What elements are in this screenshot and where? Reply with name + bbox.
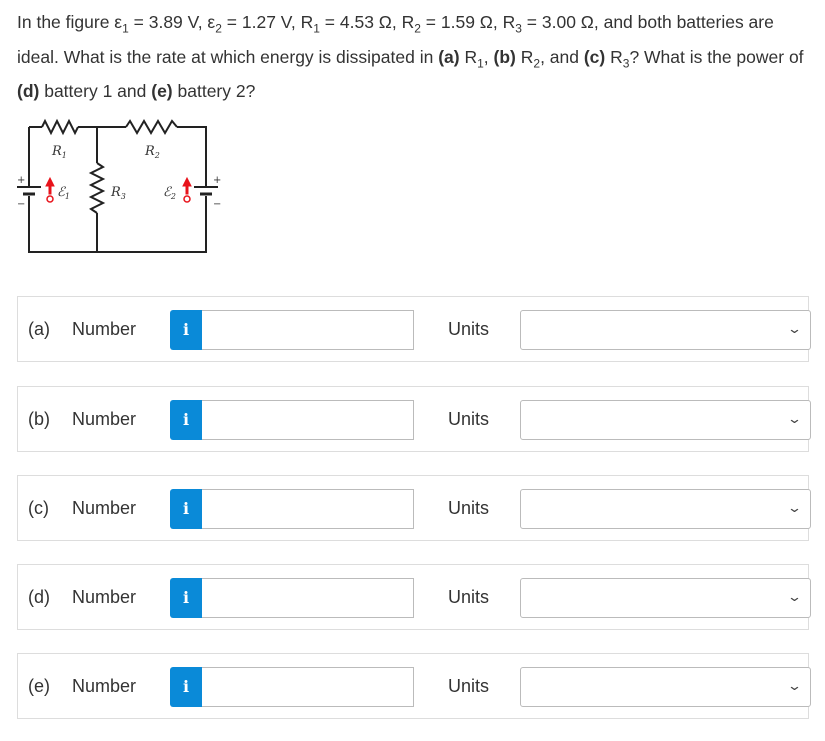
units-label: Units <box>448 498 490 518</box>
resistor-r1 <box>41 118 79 136</box>
units-select[interactable]: ⌄ <box>520 667 811 707</box>
resistor-r2 <box>125 119 178 135</box>
number-label: Number <box>72 498 137 518</box>
info-icon[interactable]: i <box>170 310 202 350</box>
info-icon[interactable]: i <box>170 489 202 529</box>
units-select[interactable]: ⌄ <box>520 489 811 529</box>
emf-arrow-2 <box>182 176 192 195</box>
question-text: In the figure ε1 = 3.89 V, ε2 = 1.27 V, … <box>17 12 804 101</box>
number-input[interactable] <box>202 400 414 440</box>
units-label: Units <box>448 587 490 607</box>
resistor-r3 <box>88 162 106 214</box>
r3-label: R3 <box>110 185 126 201</box>
chevron-down-icon: ⌄ <box>786 500 803 515</box>
answer-row: (d) Number i Units ⌄ <box>17 564 811 630</box>
chevron-down-icon: ⌄ <box>786 678 803 693</box>
r1-label: R1 <box>51 144 67 160</box>
chevron-down-icon: ⌄ <box>786 589 803 604</box>
units-label: Units <box>448 676 490 696</box>
answer-row: (c) Number i Units ⌄ <box>17 475 811 541</box>
units-select[interactable]: ⌄ <box>520 310 811 350</box>
part-label: (c) <box>28 498 49 518</box>
answer-row: (b) Number i Units ⌄ <box>17 386 811 452</box>
units-select[interactable]: ⌄ <box>520 400 811 440</box>
answer-row: (a) Number i Units ⌄ <box>17 296 811 362</box>
part-label: (e) <box>28 676 50 696</box>
number-input[interactable] <box>202 578 414 618</box>
emf-arrow-1 <box>45 176 55 195</box>
info-icon[interactable]: i <box>170 578 202 618</box>
svg-text:−: − <box>17 199 25 210</box>
svg-text:+: + <box>17 175 25 186</box>
e2-label: ℰ2 <box>163 185 176 201</box>
units-select[interactable]: ⌄ <box>520 578 811 618</box>
part-label: (d) <box>28 587 50 607</box>
chevron-down-icon: ⌄ <box>786 411 803 426</box>
answer-row: (e) Number i Units ⌄ <box>17 653 811 719</box>
circuit-diagram: R1 R2 R3 ℰ1 ℰ2 + − + − <box>17 118 221 253</box>
number-label: Number <box>72 676 137 696</box>
info-icon[interactable]: i <box>170 400 202 440</box>
number-input[interactable] <box>202 667 414 707</box>
e1-label: ℰ1 <box>57 185 70 201</box>
number-label: Number <box>72 319 137 339</box>
r2-label: R2 <box>144 144 160 160</box>
units-label: Units <box>448 319 490 339</box>
number-label: Number <box>72 587 137 607</box>
svg-text:−: − <box>213 199 221 210</box>
number-label: Number <box>72 409 137 429</box>
part-label: (a) <box>28 319 50 339</box>
number-input[interactable] <box>202 489 414 529</box>
svg-text:+: + <box>213 175 221 186</box>
units-label: Units <box>448 409 490 429</box>
number-input[interactable] <box>202 310 414 350</box>
info-icon[interactable]: i <box>170 667 202 707</box>
chevron-down-icon: ⌄ <box>786 321 803 336</box>
part-label: (b) <box>28 409 50 429</box>
